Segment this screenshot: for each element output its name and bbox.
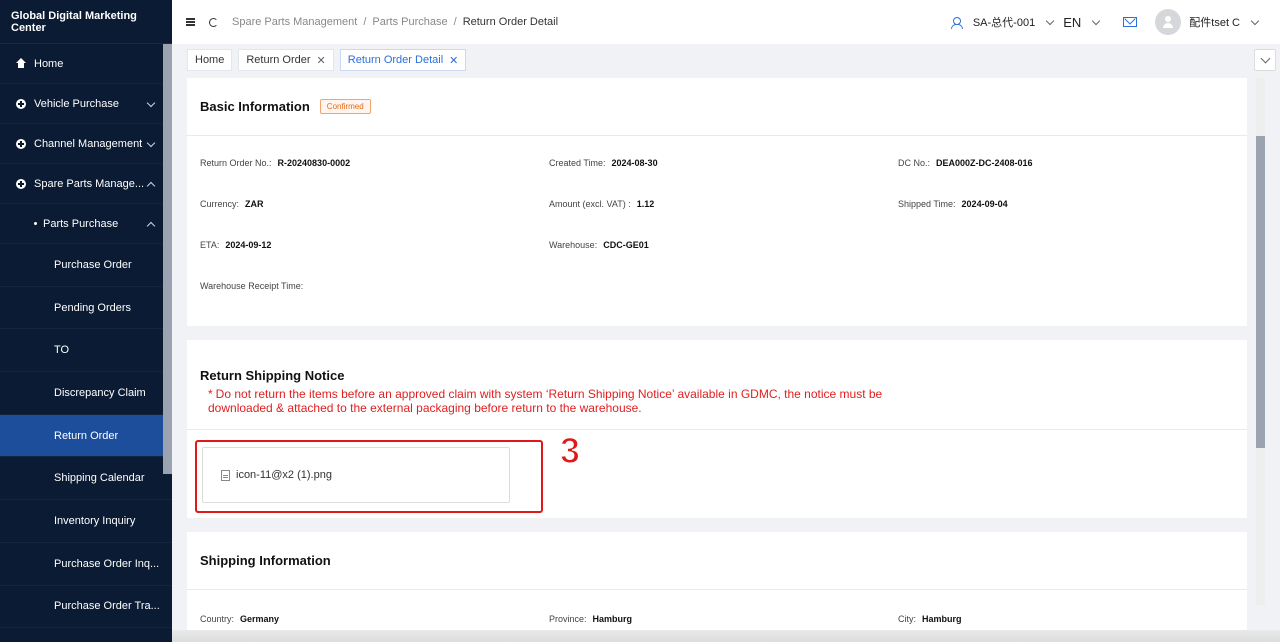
- brand-title: Global Digital Marketing Center: [0, 0, 172, 44]
- field-warehouse-receipt-time: Warehouse Receipt Time:: [200, 281, 304, 291]
- field-shipped-time: Shipped Time: 2024-09-04: [898, 199, 1008, 209]
- tab-label: Home: [195, 54, 225, 66]
- section-title: Shipping Information: [200, 553, 331, 568]
- sidebar-item-label: Vehicle Purchase: [34, 97, 119, 110]
- field-warehouse: Warehouse: CDC-GE01: [549, 240, 649, 250]
- status-badge: Confirmed: [319, 99, 371, 114]
- warning-text: * Do not return the items before an appro…: [208, 387, 883, 415]
- tab-home[interactable]: Home: [187, 49, 233, 71]
- return-shipping-notice-card: Return Shipping Notice * Do not return th…: [187, 340, 1247, 518]
- sidebar-item-label: Channel Management: [34, 137, 143, 150]
- field-dc-no: DC No.: DEA000Z-DC-2408-016: [898, 158, 1033, 168]
- section-title: Basic Information: [200, 99, 310, 114]
- tab-bar: Home Return Order ✕ Return Order Detail …: [172, 44, 1280, 76]
- chevron-down-icon[interactable]: [1045, 16, 1055, 25]
- account-selector[interactable]: SA-总代-001: [973, 14, 1035, 30]
- tab-label: Return Order: [246, 54, 311, 66]
- sidebar: Global Digital Marketing Center Home Veh…: [0, 0, 172, 642]
- plus-circle-icon: [16, 98, 26, 109]
- plus-circle-icon: [16, 178, 26, 189]
- avatar[interactable]: [1155, 9, 1182, 35]
- main-content: Basic Information Confirmed Return Order…: [187, 78, 1247, 642]
- breadcrumb-current: Return Order Detail: [462, 16, 559, 28]
- sidebar-item-pending-orders[interactable]: Pending Orders: [0, 287, 172, 330]
- refresh-icon[interactable]: [209, 17, 218, 27]
- chevron-down-icon[interactable]: [1250, 16, 1260, 25]
- close-icon[interactable]: ✕: [449, 54, 458, 67]
- sidebar-item-purchase-order[interactable]: Purchase Order: [0, 244, 172, 287]
- field-amount: Amount (excl. VAT) :1.12: [549, 199, 655, 209]
- tabs-dropdown-button[interactable]: [1254, 49, 1276, 71]
- close-icon[interactable]: ✕: [317, 54, 326, 67]
- sidebar-item-label: Parts Purchase: [43, 217, 119, 230]
- sidebar-item-label: Home: [34, 57, 64, 70]
- header-right: SA-总代-001 EN 配件tset C: [950, 0, 1280, 44]
- sidebar-item-inventory-inquiry[interactable]: Inventory Inquiry: [0, 500, 172, 543]
- field-eta: ETA: 2024-09-12: [200, 240, 272, 250]
- info-grid: Return Order No.: R-20240830-0002 Created…: [187, 136, 1247, 326]
- section-title: Return Shipping Notice: [200, 368, 345, 383]
- sidebar-item-label: Spare Parts Manage...: [34, 177, 145, 190]
- basic-information-card: Basic Information Confirmed Return Order…: [187, 78, 1247, 326]
- sidebar-item-vehicle-purchase[interactable]: Vehicle Purchase: [0, 84, 172, 124]
- field-return-order-no: Return Order No.: R-20240830-0002: [200, 158, 351, 168]
- breadcrumb-item[interactable]: Spare Parts Management: [232, 16, 357, 28]
- annotation-highlight-box: [195, 440, 543, 513]
- field-currency: Currency: ZAR: [200, 199, 264, 209]
- user-name[interactable]: 配件tset C: [1189, 14, 1240, 30]
- tab-return-order[interactable]: Return Order ✕: [238, 49, 334, 71]
- sidebar-item-parts-purchase[interactable]: Parts Purchase: [0, 204, 172, 244]
- shipping-information-card: Shipping Information Country: Germany Pro…: [187, 532, 1247, 642]
- sidebar-item-return-order[interactable]: Return Order: [0, 414, 172, 458]
- home-icon: [16, 58, 26, 68]
- bullet-dot-icon: [34, 222, 37, 225]
- breadcrumb: Spare Parts Management / Parts Purchase …: [232, 16, 559, 28]
- sidebar-scrollbar[interactable]: [163, 44, 172, 474]
- chevron-down-icon: [146, 138, 156, 148]
- top-header: Spare Parts Management / Parts Purchase …: [172, 0, 1280, 44]
- mail-icon[interactable]: [1123, 17, 1138, 27]
- menu-icon[interactable]: [186, 18, 195, 26]
- chevron-down-icon: [146, 98, 156, 108]
- sidebar-item-purchase-order-inquiry[interactable]: Purchase Order Inq...: [0, 543, 172, 586]
- chevron-down-icon[interactable]: [1092, 16, 1101, 25]
- breadcrumb-item[interactable]: Parts Purchase: [372, 16, 447, 28]
- sidebar-item-shipping-calendar[interactable]: Shipping Calendar: [0, 457, 172, 501]
- tab-label: Return Order Detail: [347, 54, 444, 66]
- content-scrollbar[interactable]: [1256, 78, 1265, 605]
- language-selector[interactable]: EN: [1063, 15, 1081, 30]
- tab-return-order-detail[interactable]: Return Order Detail ✕: [339, 49, 467, 71]
- scrollbar-thumb[interactable]: [1256, 136, 1265, 448]
- chevron-up-icon: [146, 181, 156, 191]
- attachment-area: icon-11@x2 (1).png 3: [187, 429, 1247, 518]
- plus-circle-icon: [16, 138, 26, 149]
- field-created-time: Created Time: 2024-08-30: [549, 158, 658, 168]
- sidebar-item-discrepancy-claim[interactable]: Discrepancy Claim: [0, 372, 172, 415]
- sidebar-item-spare-parts[interactable]: Spare Parts Manage...: [0, 164, 172, 204]
- user-icon: [950, 16, 963, 29]
- sidebar-item-to[interactable]: TO: [0, 329, 172, 373]
- sidebar-item-home[interactable]: Home: [0, 44, 172, 84]
- annotation-step-number: 3: [559, 429, 581, 472]
- chevron-up-icon: [146, 221, 156, 231]
- sidebar-item-channel-management[interactable]: Channel Management: [0, 124, 172, 164]
- sidebar-item-purchase-order-tracking[interactable]: Purchase Order Tra...: [0, 586, 172, 629]
